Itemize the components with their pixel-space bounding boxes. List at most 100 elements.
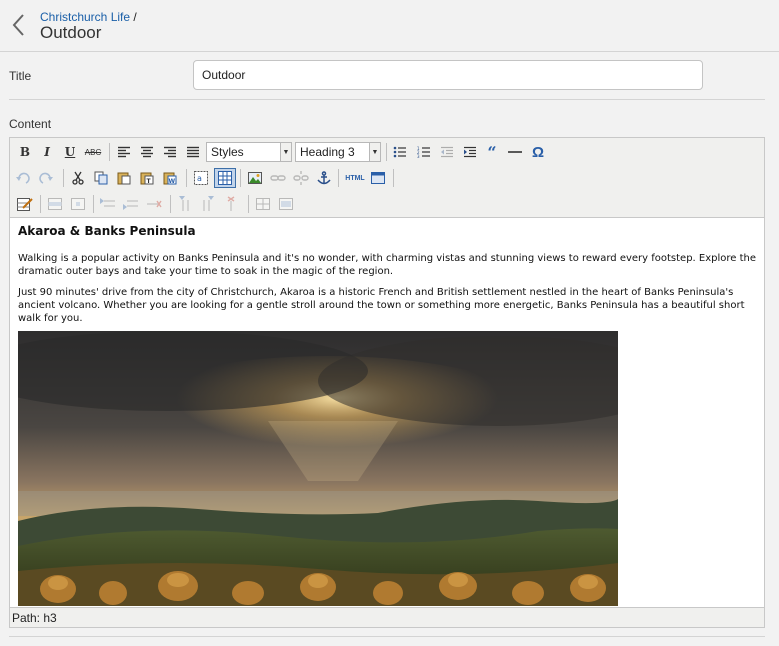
anchor-button[interactable] [314,168,334,188]
paste-word-button[interactable]: W [160,168,180,188]
fullscreen-icon [371,172,385,184]
fullscreen-button[interactable] [368,168,388,188]
insert-link-button[interactable] [268,168,288,188]
horizontal-rule-button[interactable] [505,142,525,162]
numbered-list-button[interactable]: 123 [414,142,434,162]
table-cell-icon [71,198,85,210]
breadcrumb-link-christchurch-life[interactable]: Christchurch Life [40,10,130,24]
table-row-properties-button[interactable] [45,194,65,214]
outdent-button[interactable] [437,142,457,162]
table-grid-icon [218,171,232,185]
row-after-icon [123,200,138,210]
merge-cells-icon [279,198,293,210]
sunset-over-hills-photo [18,331,618,606]
styles-dropdown[interactable]: Styles ▼ [206,142,292,162]
insert-row-before-button[interactable] [98,194,118,214]
special-character-button[interactable]: Ω [528,142,548,162]
horizontal-rule-icon [508,151,522,153]
bullet-list-button[interactable] [390,142,410,162]
merge-cells-button[interactable] [276,194,296,214]
align-right-button[interactable] [160,142,180,162]
column-before-icon [179,196,189,211]
toolbar-separator [240,169,241,187]
breadcrumb-separator: / [133,10,137,24]
anchor-icon [317,171,331,185]
bullet-list-icon [393,146,406,158]
landscape-image [18,331,618,606]
insert-column-before-button[interactable] [175,194,195,214]
chevron-down-icon: ▼ [369,143,380,161]
paste-text-icon: T [140,172,154,185]
editor-content-area[interactable]: Akaroa & Banks Peninsula Walking is a po… [10,218,764,606]
editor-statusbar: Path: h3 [10,607,764,627]
paste-text-button[interactable]: T [137,168,157,188]
numbered-list-icon: 123 [417,146,430,158]
delete-column-button[interactable] [221,194,241,214]
row-before-icon [100,198,115,207]
split-cells-button[interactable] [253,194,273,214]
insert-row-after-button[interactable] [121,194,141,214]
delete-row-icon [147,200,162,208]
paste-button[interactable] [114,168,134,188]
blockquote-button[interactable]: “ [482,142,502,162]
redo-button[interactable] [36,168,56,188]
align-right-icon [164,146,176,158]
table-cell-properties-button[interactable] [68,194,88,214]
indent-button[interactable] [460,142,480,162]
cut-button[interactable] [68,168,88,188]
paste-icon [117,172,131,185]
select-all-button[interactable]: a [191,168,211,188]
svg-text:3: 3 [417,154,420,158]
format-dropdown[interactable]: Heading 3 ▼ [295,142,381,162]
toolbar-separator [386,143,387,161]
element-path: Path: h3 [12,611,57,625]
toolbar-separator [338,169,339,187]
visual-aid-button[interactable] [214,168,236,188]
toolbar-separator [63,169,64,187]
html-source-button[interactable]: HTML [342,168,368,188]
delete-column-icon [227,196,235,211]
undo-button[interactable] [13,168,33,188]
align-center-button[interactable] [137,142,157,162]
paste-word-icon: W [163,172,177,185]
toolbar-separator [93,195,94,213]
toolbar-separator [186,169,187,187]
split-cells-icon [256,198,270,210]
unlink-icon [293,171,309,185]
edit-table-button[interactable] [15,194,35,214]
insert-image-button[interactable] [245,168,265,188]
divider [9,99,765,100]
editor-toolbar: B I U ABC Styles ▼ Heading 3 ▼ 123 “ Ω T… [10,138,764,218]
copy-icon [94,171,108,185]
svg-text:a: a [197,174,202,183]
table-edit-icon [17,198,33,211]
italic-button[interactable]: I [37,142,57,162]
column-after-icon [203,196,214,211]
back-arrow-icon[interactable] [11,13,27,37]
page-header: Christchurch Life / Outdoor [0,0,779,52]
content-heading: Akaroa & Banks Peninsula [18,224,196,238]
page-title: Outdoor [40,23,102,42]
table-row-icon [48,198,62,210]
content-label: Content [9,117,52,131]
toolbar-separator [248,195,249,213]
outdent-icon [441,146,453,158]
content-paragraph: Just 90 minutes' drive from the city of … [18,287,745,324]
delete-row-button[interactable] [144,194,164,214]
toolbar-separator [170,195,171,213]
align-justify-button[interactable] [183,142,203,162]
divider [9,636,765,637]
align-left-icon [118,146,130,158]
title-input[interactable] [193,60,703,90]
format-dropdown-value: Heading 3 [300,145,355,159]
strikethrough-button[interactable]: ABC [83,142,103,162]
unlink-button[interactable] [291,168,311,188]
styles-dropdown-value: Styles [211,145,244,159]
redo-icon [39,172,53,184]
align-left-button[interactable] [114,142,134,162]
copy-button[interactable] [91,168,111,188]
insert-column-after-button[interactable] [198,194,218,214]
underline-button[interactable]: U [60,142,80,162]
bold-button[interactable]: B [15,142,35,162]
title-label: Title [9,69,32,83]
